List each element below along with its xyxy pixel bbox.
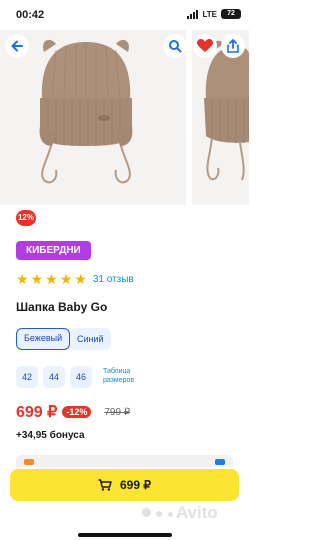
arrow-left-icon bbox=[11, 40, 23, 52]
avito-logo-icon bbox=[142, 504, 173, 522]
signal-icon bbox=[187, 9, 199, 19]
reviews-link[interactable]: 31 отзыв bbox=[93, 274, 134, 285]
status-indicators: LTE 72 bbox=[187, 9, 241, 19]
star-icon: ★ bbox=[30, 271, 44, 287]
star-icon: ★ bbox=[16, 271, 29, 287]
size-option[interactable]: 44 bbox=[43, 366, 65, 388]
hat-image bbox=[39, 39, 133, 184]
add-to-cart-button[interactable]: 699 ₽ bbox=[10, 469, 239, 501]
status-time: 00:42 bbox=[16, 9, 45, 21]
star-icon: ★ bbox=[59, 271, 73, 287]
favorite-button[interactable] bbox=[193, 34, 217, 58]
battery-icon: 72 bbox=[221, 9, 241, 19]
image-gallery[interactable] bbox=[0, 30, 249, 205]
current-price: 699 ₽ bbox=[16, 404, 58, 421]
size-option[interactable]: 42 bbox=[16, 366, 38, 388]
star-icon: ★ bbox=[45, 271, 58, 287]
price-row: 699 ₽ -12% 799 ₽ bbox=[16, 402, 130, 422]
color-option-blue[interactable]: Синий bbox=[70, 328, 111, 350]
star-icon: ★ bbox=[74, 271, 87, 287]
network-label: LTE bbox=[202, 9, 217, 19]
blue-icon bbox=[215, 459, 225, 465]
discount-badge: 12% bbox=[16, 210, 36, 226]
back-button[interactable] bbox=[5, 34, 29, 58]
product-photo[interactable] bbox=[0, 30, 186, 205]
size-table-link[interactable]: Таблица размеров bbox=[103, 367, 143, 385]
color-option-beige[interactable]: Бежевый bbox=[16, 328, 71, 350]
price-discount-badge: -12% bbox=[62, 406, 92, 418]
bonus-text: +34,95 бонуса bbox=[16, 430, 85, 441]
product-title: Шапка Baby Go bbox=[16, 300, 108, 314]
share-button[interactable] bbox=[221, 34, 245, 58]
orange-icon bbox=[24, 459, 34, 465]
cart-icon bbox=[98, 479, 112, 491]
old-price: 799 ₽ bbox=[104, 406, 131, 418]
promo-badge[interactable]: КИБЕРДНИ bbox=[16, 241, 91, 260]
rating-row[interactable]: ★ ★ ★ ★ ★ 31 отзыв bbox=[16, 272, 134, 287]
search-icon bbox=[169, 40, 182, 53]
home-indicator bbox=[78, 533, 172, 537]
avito-watermark: Avito bbox=[142, 503, 218, 523]
watermark-text: Avito bbox=[175, 503, 218, 522]
partially-hidden-panel bbox=[16, 455, 233, 467]
status-bar: 00:42 LTE 72 bbox=[0, 0, 249, 30]
add-to-cart-label: 699 ₽ bbox=[120, 478, 151, 492]
size-option[interactable]: 46 bbox=[70, 366, 92, 388]
heart-icon bbox=[197, 39, 213, 52]
share-icon bbox=[227, 39, 239, 53]
search-button[interactable] bbox=[163, 34, 187, 58]
